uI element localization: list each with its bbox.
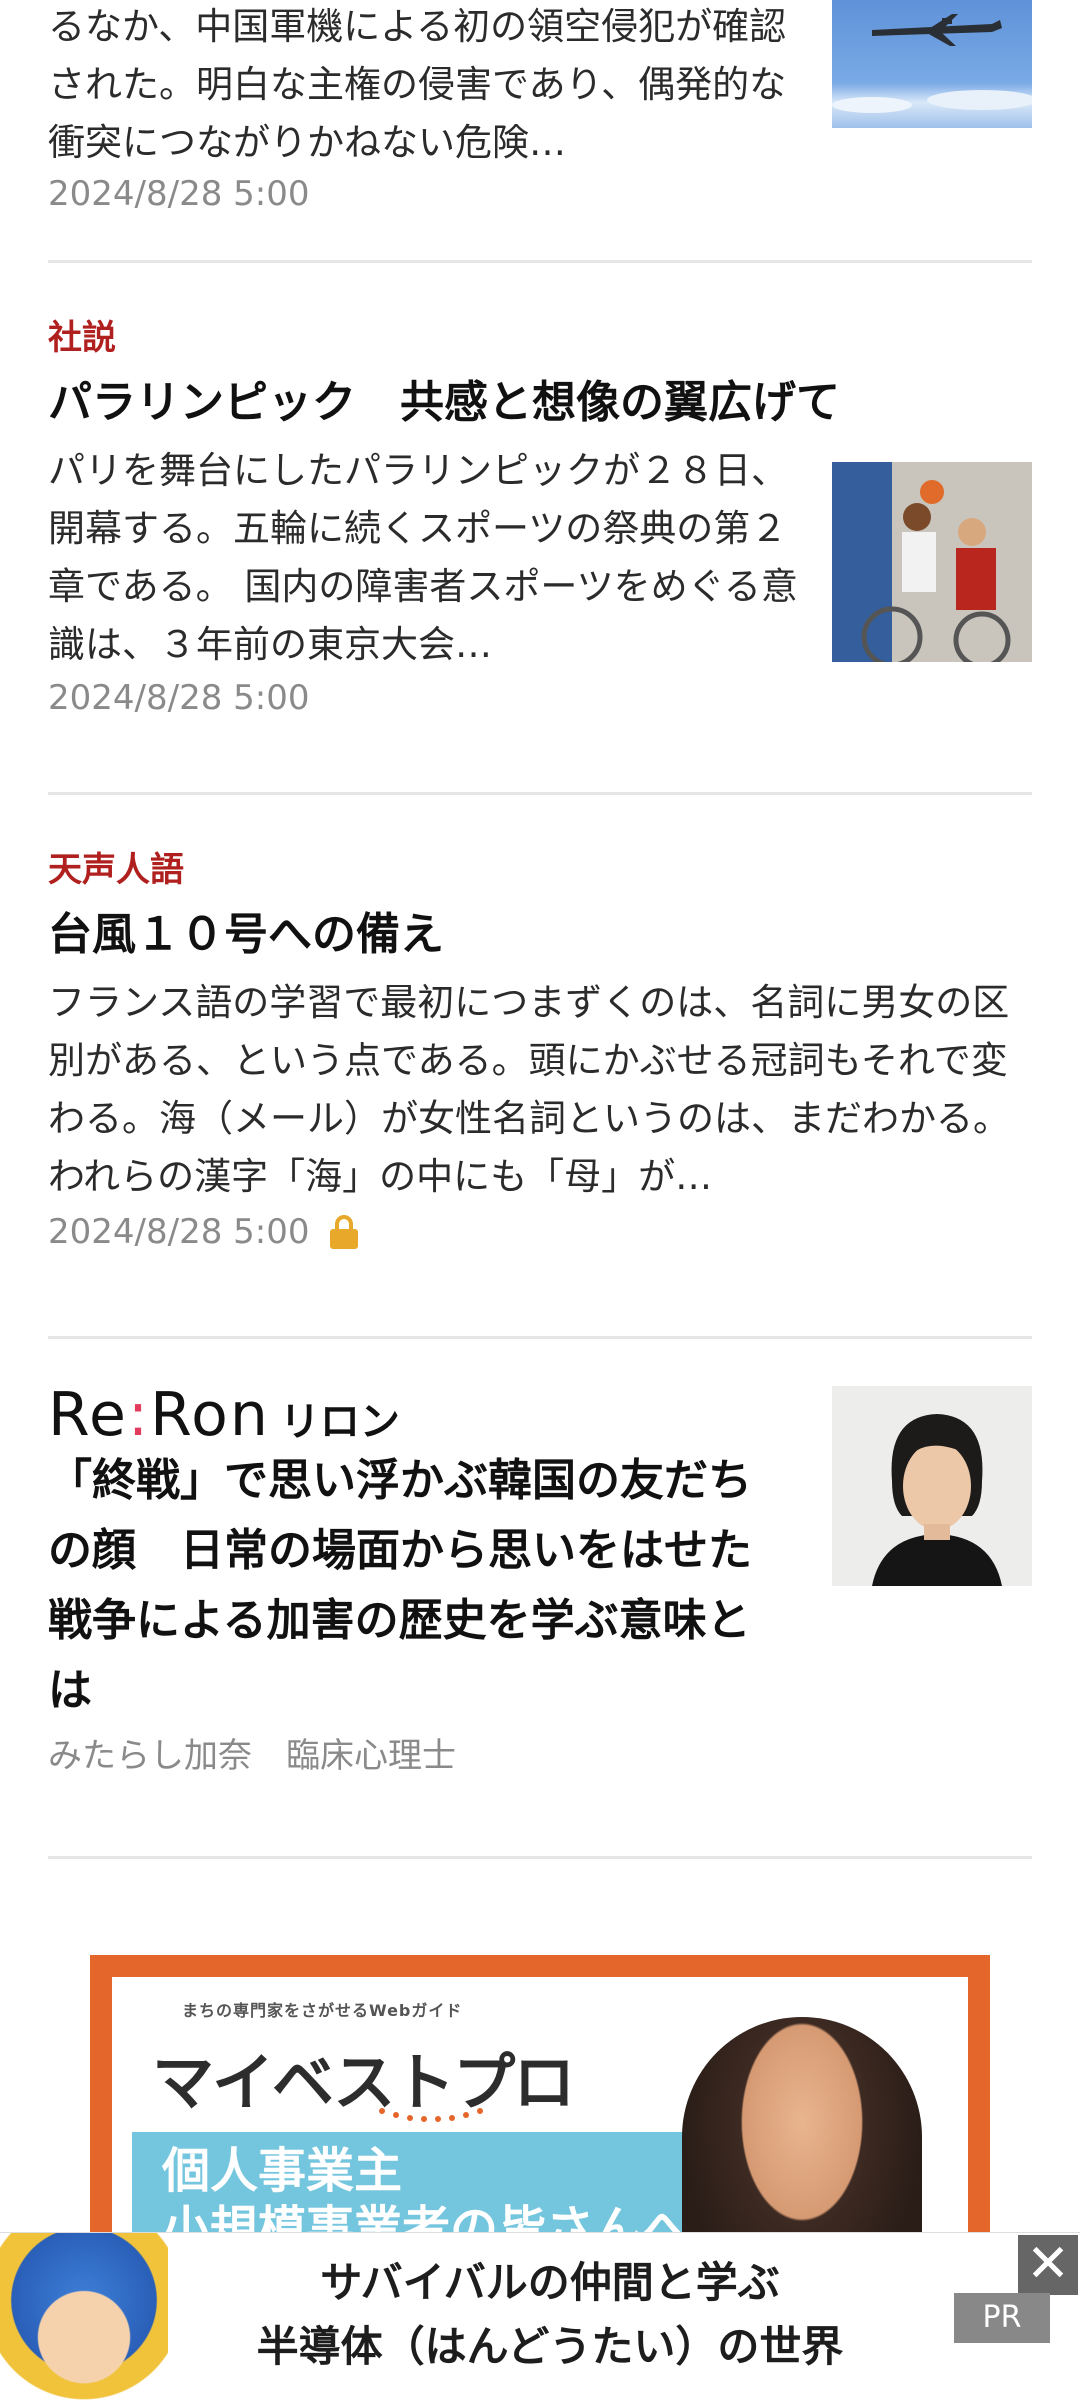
ad-dots [379, 2108, 483, 2122]
paralympics-image [832, 462, 1032, 662]
date-text: 2024/8/28 5:00 [48, 174, 310, 214]
article-title[interactable]: 台風１０号への備え [48, 900, 1032, 970]
article-author: みたらし加奈 臨床心理士 [48, 1734, 1032, 1778]
divider [48, 1856, 1032, 1859]
advertisement-mybestpro[interactable]: まちの専門家をさがせるWebガイド マイベストプロ 個人事業主 小規模事業者の皆… [90, 1955, 990, 2255]
plane-image [832, 14, 1032, 113]
article-card-editorial[interactable]: 社説 パラリンピック 共感と想像の翼広げて パリを舞台にしたパラリンピックが２８… [48, 318, 1032, 758]
bottom-banner-ad[interactable]: サバイバルの仲間と学ぶ 半導体（はんどうたい）の世界 ✕ PR [0, 2232, 1080, 2401]
banner-line-2: 半導体（はんどうたい）の世界 [256, 2322, 844, 2371]
author-text: みたらし加奈 臨床心理士 [48, 1736, 456, 1776]
divider [48, 792, 1032, 795]
article-excerpt: パリを舞台にしたパラリンピックが２８日、開幕する。五輪に続くスポーツの祭典の第２… [48, 449, 798, 666]
banner-character-image [0, 2233, 168, 2401]
article-excerpt: るなか、中国軍機による初の領空侵犯が確認された。明白な主権の侵害であり、偶発的な… [48, 5, 787, 164]
date-text: 2024/8/28 5:00 [48, 678, 310, 718]
article-thumbnail [832, 0, 1032, 128]
article-category: 天声人語 [48, 850, 184, 890]
divider [48, 260, 1032, 263]
ad-content: まちの専門家をさがせるWebガイド マイベストプロ 個人事業主 小規模事業者の皆… [112, 1977, 968, 2255]
author-photo [832, 1386, 1032, 1586]
article-thumbnail [832, 1386, 1032, 1586]
banner-line-1: サバイバルの仲間と学ぶ [320, 2258, 780, 2307]
banner-text: サバイバルの仲間と学ぶ 半導体（はんどうたい）の世界 [190, 2251, 910, 2379]
article-card-reron[interactable]: Re:Ron リロン 「終戦」で思い浮かぶ韓国の友だちの顔 日常の場面から思いを… [48, 1380, 1032, 1820]
article-title[interactable]: パラリンピック 共感と想像の翼広げて [48, 368, 1032, 438]
divider [48, 1336, 1032, 1339]
close-icon[interactable]: ✕ [1018, 2235, 1078, 2295]
ad-small-text: まちの専門家をさがせるWebガイド [182, 2001, 463, 2020]
article-excerpt: フランス語の学習で最初につまずくのは、名詞に男女の区別がある、という点である。頭… [48, 981, 1010, 1198]
ad-person-image [682, 2017, 922, 2255]
article-category: 社説 [48, 318, 116, 358]
article-date: 2024/8/28 5:00 [48, 676, 1032, 720]
article-card-tenseijingo[interactable]: 天声人語 台風１０号への備え フランス語の学習で最初につまずくのは、名詞に男女の… [48, 850, 1032, 1300]
pr-badge: PR [954, 2293, 1050, 2343]
article-card-airspace[interactable]: るなか、中国軍機による初の領空侵犯が確認された。明白な主権の侵害であり、偶発的な… [48, 0, 1032, 228]
reron-logo: Re:Ron [48, 1380, 270, 1450]
article-thumbnail [832, 462, 1032, 662]
reron-kana: リロン [279, 1399, 400, 1445]
date-text: 2024/8/28 5:00 [48, 1212, 310, 1252]
article-date: 2024/8/28 5:00 [48, 172, 1032, 216]
article-date: 2024/8/28 5:00 [48, 1210, 1032, 1254]
lock-icon [329, 1215, 358, 1249]
article-title[interactable]: 「終戦」で思い浮かぶ韓国の友だちの顔 日常の場面から思いをはせた 戦争による加害… [48, 1446, 796, 1726]
